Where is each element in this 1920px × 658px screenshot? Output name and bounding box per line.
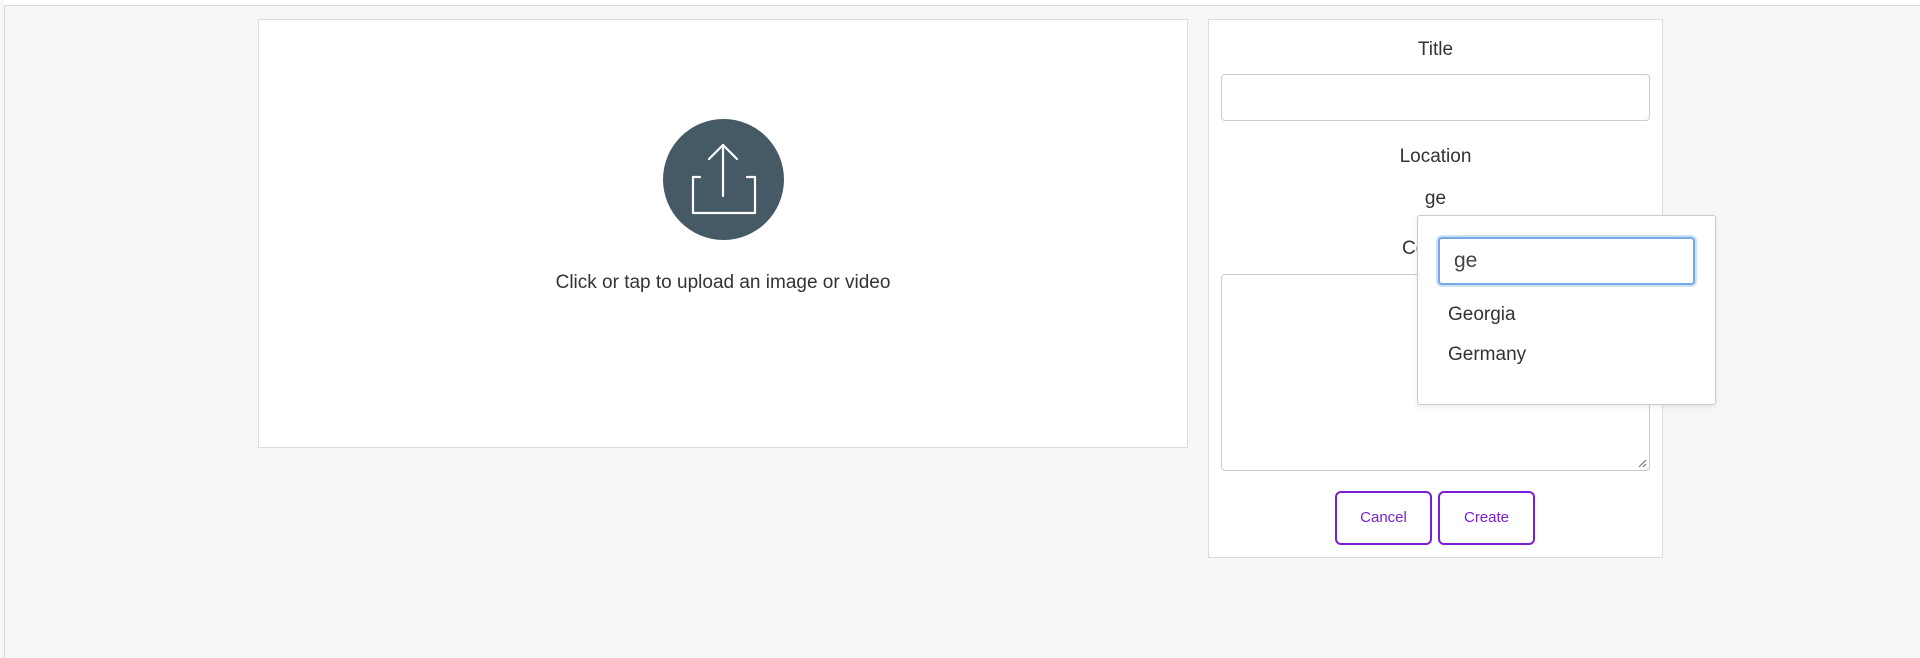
- location-dropdown: Georgia Germany: [1417, 215, 1716, 405]
- location-select-value[interactable]: ge: [1209, 188, 1662, 210]
- upload-icon[interactable]: [663, 119, 784, 240]
- upload-dropzone[interactable]: Click or tap to upload an image or video: [258, 19, 1188, 448]
- location-option-georgia[interactable]: Georgia: [1448, 304, 1516, 326]
- cancel-button[interactable]: Cancel: [1335, 491, 1432, 545]
- location-search-input[interactable]: [1438, 237, 1695, 285]
- location-label: Location: [1399, 146, 1472, 167]
- top-bar: [4, 0, 1920, 6]
- location-option-germany[interactable]: Germany: [1448, 344, 1526, 366]
- resize-handle-icon[interactable]: [1637, 458, 1647, 468]
- create-button[interactable]: Create: [1438, 491, 1535, 545]
- title-input[interactable]: [1221, 74, 1650, 121]
- title-label: Title: [1417, 39, 1454, 60]
- upload-prompt: Click or tap to upload an image or video: [555, 272, 891, 293]
